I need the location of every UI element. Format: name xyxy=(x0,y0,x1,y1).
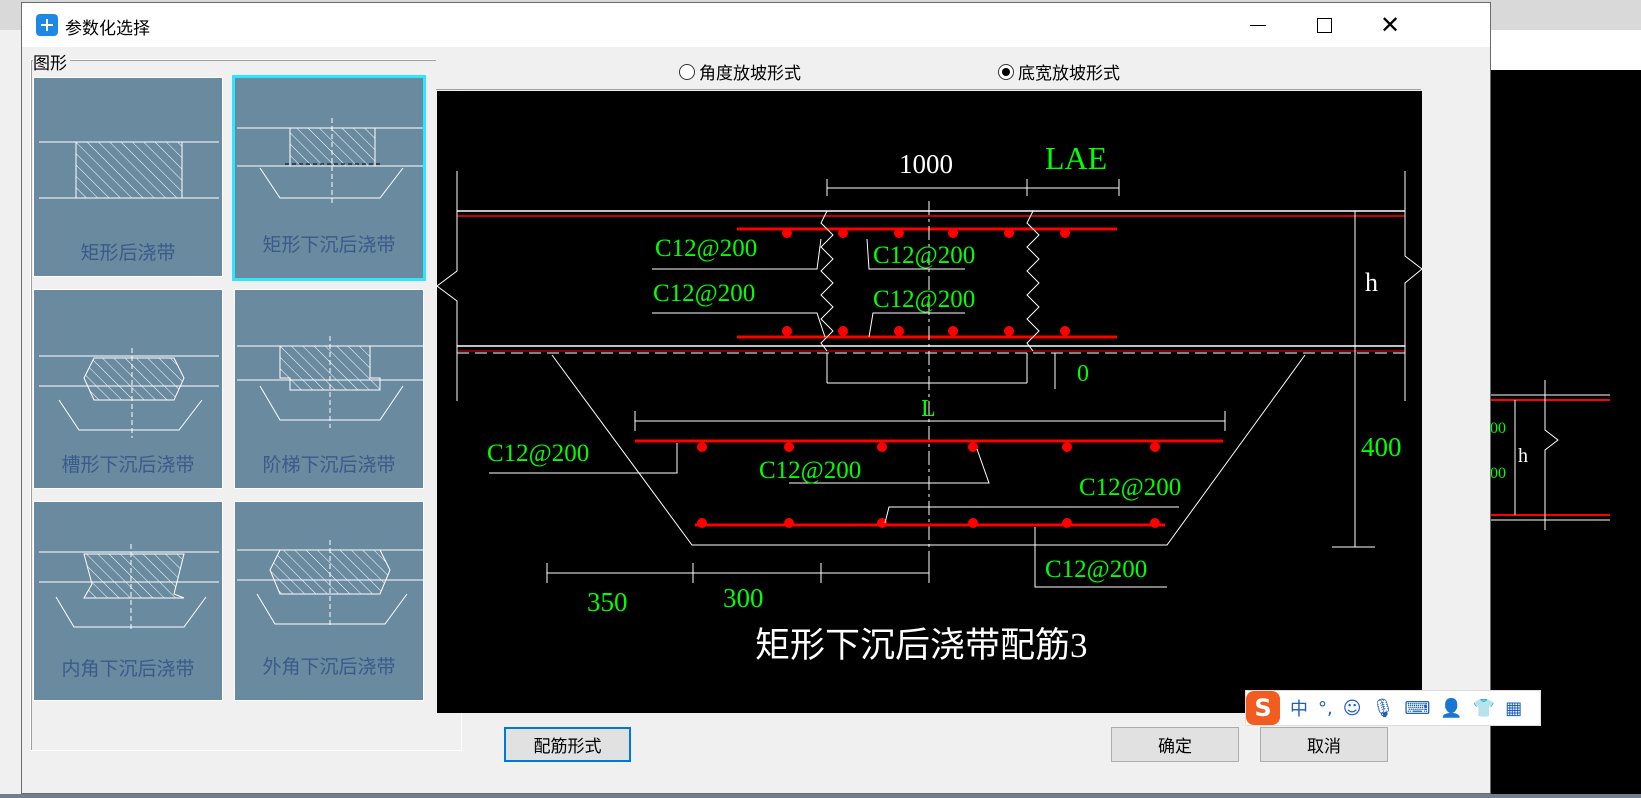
dim-lae-text: LAE xyxy=(1045,140,1107,176)
dim-zero-text: 0 xyxy=(1077,361,1089,387)
minimize-button[interactable] xyxy=(1224,3,1292,47)
background-drawing: h 00 00 xyxy=(1490,380,1610,530)
rebar-drawing-canvas: 1000 LAE h 400 0 L 350 300 C12@200 C12@2… xyxy=(436,91,1423,713)
rebar-label: C12@200 xyxy=(873,286,975,313)
drawing-title: 矩形下沉后浇带配筋3 xyxy=(755,626,1088,665)
dim-350-text: 350 xyxy=(587,587,628,617)
background-label-b: 00 xyxy=(1490,465,1506,482)
shape-thumb-outer-angle-sunken[interactable]: 外角下沉后浇带 xyxy=(234,501,424,701)
shape-thumb-inner-angle-sunken[interactable]: 内角下沉后浇带 xyxy=(33,501,223,701)
shape-label: 矩形后浇带 xyxy=(80,242,176,264)
rebar-drawing: 1000 LAE h 400 0 L 350 300 C12@200 C12@2… xyxy=(436,140,1423,665)
ime-toolbar: S 中 °, ☺ 🎙 ⌨ 👤 👕 ▦ xyxy=(1245,690,1541,726)
shape-label: 槽形下沉后浇带 xyxy=(61,454,195,476)
rebar-label: C12@200 xyxy=(873,242,975,269)
rebar-form-button[interactable]: 配筋形式 xyxy=(504,727,631,762)
minimize-icon xyxy=(1250,24,1266,26)
user-icon[interactable]: 👤 xyxy=(1440,698,1462,719)
dim-h-text: h xyxy=(1365,268,1378,297)
dim-400-text: 400 xyxy=(1361,432,1402,462)
ime-mode-toggle[interactable]: 中 xyxy=(1290,695,1308,721)
grid-menu-icon[interactable]: ▦ xyxy=(1505,698,1522,719)
background-h-label: h xyxy=(1518,445,1528,467)
slope-form-bar: 角度放坡形式 底宽放坡形式 xyxy=(436,51,1421,90)
radio-angle-label: 角度放坡形式 xyxy=(699,64,801,84)
rebar-label: C12@200 xyxy=(653,280,755,307)
close-icon: ✕ xyxy=(1379,11,1401,39)
rebar-label: C12@200 xyxy=(1079,474,1181,501)
dim-1000-text: 1000 xyxy=(899,149,953,179)
keyboard-icon[interactable]: ⌨ xyxy=(1404,698,1430,719)
sogou-logo-icon[interactable]: S xyxy=(1246,691,1280,725)
radio-bottom-width-slope[interactable]: 底宽放坡形式 xyxy=(998,59,1120,84)
radio-angle-circle xyxy=(679,63,695,80)
title-bar: 参数化选择 ✕ xyxy=(22,3,1490,47)
cancel-button[interactable]: 取消 xyxy=(1260,727,1388,762)
maximize-button[interactable] xyxy=(1290,3,1358,47)
shape-thumb-channel-sunken[interactable]: 槽形下沉后浇带 xyxy=(33,289,223,489)
radio-bottom-width-circle xyxy=(998,63,1014,80)
background-right-toolbar xyxy=(1490,30,1641,71)
shape-thumb-rect-sunken[interactable]: 矩形下沉后浇带 xyxy=(232,75,426,281)
maximize-icon xyxy=(1316,17,1332,33)
close-button[interactable]: ✕ xyxy=(1356,3,1424,47)
shape-label: 内角下沉后浇带 xyxy=(61,658,195,680)
ime-punct-toggle[interactable]: °, xyxy=(1318,698,1333,719)
background-left-edge xyxy=(0,30,22,794)
app-icon xyxy=(36,14,58,36)
rebar-label: C12@200 xyxy=(759,457,861,484)
radio-bottom-width-label: 底宽放坡形式 xyxy=(1018,64,1120,84)
skin-icon[interactable]: 👕 xyxy=(1473,698,1495,719)
rebar-label: C12@200 xyxy=(1045,556,1147,583)
shape-label: 外角下沉后浇带 xyxy=(262,656,396,678)
background-drawing-area: h 00 00 xyxy=(1490,70,1641,794)
parameter-selection-dialog: 参数化选择 ✕ 图形 矩形后浇带 矩形下沉后浇带 槽形下沉后浇带 阶梯下沉后浇带… xyxy=(21,2,1491,794)
shape-group-label: 图形 xyxy=(33,49,70,74)
shape-thumb-rect[interactable]: 矩形后浇带 xyxy=(33,77,223,277)
ok-button[interactable]: 确定 xyxy=(1111,727,1239,762)
emoji-icon[interactable]: ☺ xyxy=(1343,698,1362,719)
radio-angle-slope[interactable]: 角度放坡形式 xyxy=(679,59,801,84)
dim-300-text: 300 xyxy=(723,583,764,613)
rebar-label: C12@200 xyxy=(655,235,757,262)
shape-label: 阶梯下沉后浇带 xyxy=(262,454,396,476)
background-label-a: 00 xyxy=(1490,420,1506,437)
dim-l-text: L xyxy=(921,396,936,422)
microphone-icon[interactable]: 🎙 xyxy=(1372,698,1395,719)
shape-label: 矩形下沉后浇带 xyxy=(262,234,396,256)
rebar-label: C12@200 xyxy=(487,440,589,467)
window-title: 参数化选择 xyxy=(65,19,150,39)
shape-thumb-stepped-sunken[interactable]: 阶梯下沉后浇带 xyxy=(234,289,424,489)
